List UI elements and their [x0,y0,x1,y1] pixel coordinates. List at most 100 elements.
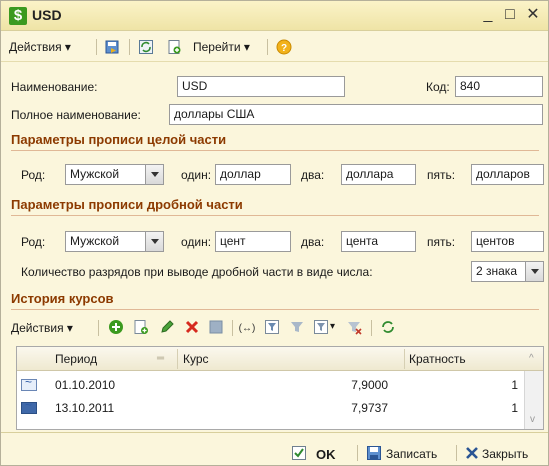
toolbar-separator [267,39,268,55]
fraction-five-input[interactable]: центов [471,231,544,252]
save-close-icon[interactable] [104,39,120,55]
table-row[interactable]: 13.10.2011 7,9737 1 [17,398,524,418]
integer-five-input[interactable]: долларов [471,164,544,185]
goto-menu-label: Перейти [193,40,241,54]
scroll-down-icon[interactable]: v [530,414,535,425]
filter-by-value-icon[interactable] [264,319,280,335]
chevron-down-icon[interactable]: ▾ [330,321,335,332]
integer-gender-select[interactable]: Мужской [65,164,164,185]
dollar-sign-icon: $ [9,7,27,25]
fraction-gender-value: Мужской [70,234,120,248]
column-header-rate[interactable]: Курс [183,352,209,366]
integer-one-input[interactable]: доллар [215,164,291,185]
svg-text:(↔): (↔) [239,323,255,334]
vertical-scrollbar[interactable]: v [524,371,543,429]
post-document-icon[interactable] [208,319,224,335]
fraction-gender-label: Род: [21,235,46,249]
integer-five-label: пять: [427,168,456,182]
multiplicity-cell: 1 [511,378,518,392]
ok-button[interactable]: OK [316,447,336,462]
integer-one-label: один: [181,168,212,182]
code-input[interactable]: 840 [455,76,543,97]
fraction-one-input[interactable]: цент [215,231,291,252]
save-icon [367,446,381,460]
record-icon [21,398,37,414]
code-label: Код: [426,80,450,94]
period-cell: 01.10.2010 [55,378,116,392]
integer-part-section-title: Параметры прописи целой части [11,132,227,147]
section-divider [11,309,539,310]
close-button[interactable]: Закрыть [482,447,528,461]
goto-menu[interactable]: Перейти ▾ [193,40,250,54]
column-header-period[interactable]: Период [55,352,97,366]
clear-filter-icon[interactable] [346,319,362,335]
copy-document-icon[interactable] [166,39,182,55]
filter-settings-icon[interactable] [313,319,329,335]
history-section-title: История курсов [11,291,114,306]
column-divider [177,349,178,369]
refresh-icon[interactable] [380,319,396,335]
interval-icon[interactable]: (↔) [239,319,255,335]
fullname-input[interactable]: доллары США [169,104,543,125]
record-icon [21,375,37,391]
main-toolbar: Действия ▾ Перейти ▾ ? [1,32,548,62]
rate-cell: 7,9737 [351,401,388,415]
fraction-part-section-title: Параметры прописи дробной части [11,197,243,212]
delete-icon[interactable] [184,319,200,335]
window-title: USD [32,7,62,23]
refresh-icon[interactable] [138,39,154,55]
currency-window: $ USD _ □ ✕ Действия ▾ Перейти ▾ ? Наиме… [0,0,549,466]
footer-divider [1,432,548,433]
sort-ascending-icon: ═ [157,353,165,364]
save-button[interactable]: Записать [386,447,437,461]
name-input[interactable]: USD [177,76,345,97]
minimize-button[interactable]: _ [479,5,497,25]
toolbar-separator [129,39,130,55]
section-divider [11,215,539,216]
svg-text:?: ? [281,43,287,54]
help-icon[interactable]: ? [276,39,292,55]
column-divider [404,349,405,369]
footer-separator [456,445,457,461]
toolbar-separator [232,320,233,336]
column-header-multiplicity[interactable]: Кратность [409,352,466,366]
chevron-down-icon[interactable] [145,165,163,184]
fraction-five-label: пять: [427,235,456,249]
toolbar-separator [371,320,372,336]
multiplicity-cell: 1 [511,401,518,415]
integer-gender-label: Род: [21,168,46,182]
fraction-two-label: два: [301,235,325,249]
fraction-one-label: один: [181,235,212,249]
section-divider [11,150,539,151]
chevron-down-icon[interactable] [145,232,163,251]
fraction-gender-select[interactable]: Мужской [65,231,164,252]
close-icon [466,447,478,459]
toolbar-separator [98,320,99,336]
fraction-digits-value: 2 знака [476,264,517,278]
toolbar-separator [96,39,97,55]
rate-cell: 7,9000 [351,378,388,392]
integer-two-label: два: [301,168,325,182]
period-cell: 13.10.2011 [55,401,115,415]
edit-icon[interactable] [159,319,175,335]
integer-gender-value: Мужской [70,167,120,181]
history-actions-menu-label: Действия [11,321,64,335]
chevron-down-icon[interactable] [525,262,543,281]
add-icon[interactable] [108,319,124,335]
history-actions-menu[interactable]: Действия ▾ [11,321,73,335]
filter-icon[interactable] [289,319,305,335]
scroll-up-icon[interactable]: ^ [529,353,534,364]
close-window-button[interactable]: ✕ [524,5,542,25]
table-header: Период ═ Курс Кратность ^ [17,347,543,371]
actions-menu-label: Действия [9,40,62,54]
fraction-two-input[interactable]: цента [341,231,416,252]
title-bar: $ USD _ □ ✕ [1,1,548,31]
fraction-digits-select[interactable]: 2 знака [471,261,544,282]
integer-two-input[interactable]: доллара [341,164,416,185]
table-row[interactable]: 01.10.2010 7,9000 1 [17,375,524,395]
actions-menu[interactable]: Действия ▾ [9,40,71,54]
fraction-digits-label: Количество разрядов при выводе дробной ч… [21,265,373,279]
copy-row-icon[interactable] [133,319,149,335]
name-label: Наименование: [11,80,98,94]
maximize-button[interactable]: □ [501,5,519,25]
